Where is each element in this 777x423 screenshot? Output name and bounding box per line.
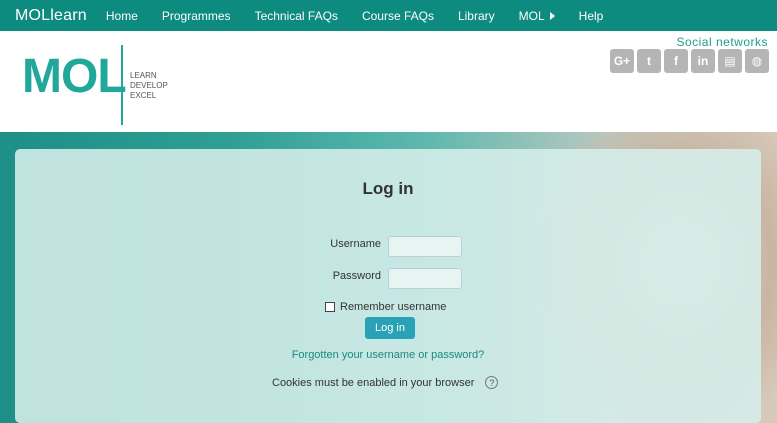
- nav-mol-menu[interactable]: MOL: [519, 9, 555, 23]
- forgot-password-link[interactable]: Forgotten your username or password?: [15, 349, 761, 361]
- nav-programmes[interactable]: Programmes: [162, 9, 231, 23]
- cookies-text: Cookies must be enabled in your browser: [272, 376, 475, 389]
- nav-library[interactable]: Library: [458, 9, 495, 23]
- brand-link[interactable]: MOLlearn: [15, 7, 87, 25]
- nav-mol-label: MOL: [518, 8, 545, 23]
- linkedin-icon[interactable]: in: [691, 49, 715, 73]
- login-button[interactable]: Log in: [365, 317, 415, 339]
- book-icon[interactable]: ▤: [718, 49, 742, 73]
- social-icons-row: G+ t f in ▤ ◍: [610, 49, 769, 73]
- page-title: Log in: [362, 179, 414, 198]
- page-header: MOL LEARN DEVELOP EXCEL Social networks …: [0, 31, 777, 132]
- help-icon[interactable]: ?: [485, 376, 499, 389]
- twitter-icon[interactable]: t: [637, 49, 661, 73]
- tagline-line: DEVELOP: [130, 81, 168, 90]
- mol-logo[interactable]: MOL LEARN DEVELOP EXCEL: [22, 45, 182, 125]
- remember-checkbox[interactable]: [325, 302, 335, 312]
- facebook-icon[interactable]: f: [664, 49, 688, 73]
- remember-label: Remember username: [340, 301, 447, 313]
- tagline-line: LEARN: [130, 71, 157, 80]
- nav-technical-faqs[interactable]: Technical FAQs: [255, 9, 338, 23]
- tagline-line: EXCEL: [130, 91, 157, 100]
- social-networks-title: Social networks: [676, 35, 768, 49]
- logo-tagline: LEARN DEVELOP EXCEL: [130, 71, 168, 101]
- nav-help[interactable]: Help: [579, 9, 604, 23]
- logo-divider: [121, 45, 123, 125]
- nav-home[interactable]: Home: [106, 9, 138, 23]
- password-label: Password: [332, 270, 381, 282]
- login-panel: Log in Username Password Remember userna…: [15, 149, 761, 423]
- username-input[interactable]: [388, 236, 462, 257]
- remember-username-row[interactable]: Remember username: [325, 301, 446, 313]
- top-navbar: MOLlearn Home Programmes Technical FAQs …: [0, 0, 777, 31]
- password-input[interactable]: [388, 268, 462, 289]
- globe-icon[interactable]: ◍: [745, 49, 769, 73]
- username-label: Username: [330, 238, 381, 250]
- logo-text: MOL: [22, 50, 127, 103]
- cookies-notice: Cookies must be enabled in your browser …: [272, 376, 499, 389]
- caret-right-icon: [549, 11, 555, 20]
- nav-course-faqs[interactable]: Course FAQs: [362, 9, 434, 23]
- google-plus-icon[interactable]: G+: [610, 49, 634, 73]
